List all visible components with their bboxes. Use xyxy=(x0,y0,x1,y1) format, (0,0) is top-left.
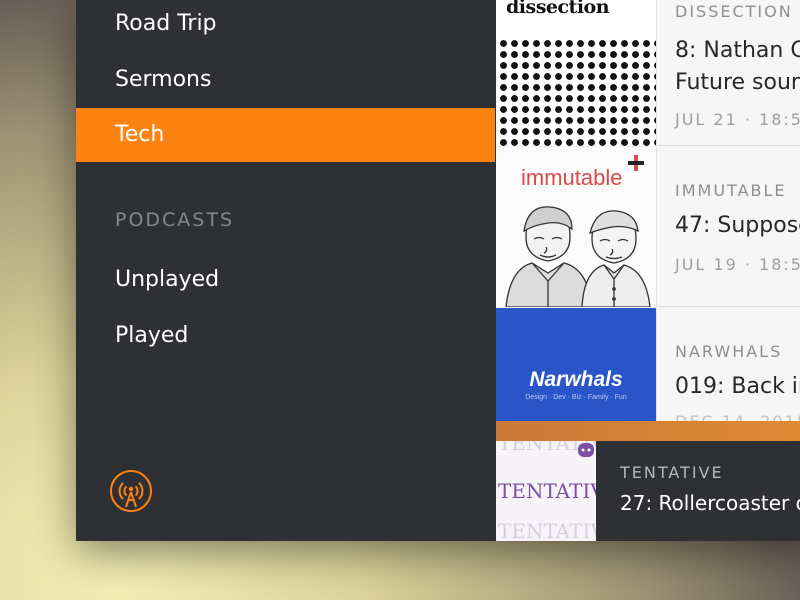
app-window: Road Trip Sermons Tech PODCASTS Unplayed… xyxy=(76,0,800,541)
now-playing-show: TENTATIVE xyxy=(620,463,724,482)
show-name: NARWHALS xyxy=(675,342,783,361)
episode-title: 47: Suppose xyxy=(675,213,800,238)
tentative-art-text-faded-bottom: TENTATIVE xyxy=(498,519,596,541)
dissection-artwork: dissection xyxy=(496,0,656,146)
section-header-podcasts: PODCASTS xyxy=(115,209,235,231)
show-name: DISSECTION xyxy=(675,2,793,21)
narwhals-art-title: Narwhals xyxy=(529,368,623,391)
sidebar-item-road-trip[interactable]: Road Trip xyxy=(76,0,495,51)
episode-title: 8: Nathan G xyxy=(675,38,800,63)
sidebar-item-tech[interactable]: Tech xyxy=(76,108,495,162)
now-playing-bar[interactable]: TENTATIVE TENTATIVE TENTATIVE TENTATIVE … xyxy=(496,441,800,541)
sidebar-item-sermons[interactable]: Sermons xyxy=(76,53,495,107)
sidebar-item-unplayed[interactable]: Unplayed xyxy=(76,253,495,307)
episode-title: 019: Back in xyxy=(675,374,800,399)
halftone-pattern xyxy=(496,36,656,146)
now-playing-title[interactable]: 27: Rollercoaster of xyxy=(620,491,800,515)
episode-row-dissection[interactable]: dissection DISSECTION 8: Nathan G Future… xyxy=(496,0,800,146)
narwhals-artwork: Narwhals Design · Dev · Biz · Family · F… xyxy=(496,308,656,421)
dissection-art-title: dissection xyxy=(506,0,610,18)
plus-icon xyxy=(628,155,644,171)
episode-meta: JUL 19 · 18:5 xyxy=(675,255,800,274)
overcast-logo-icon[interactable] xyxy=(108,468,154,514)
tentative-art-title: TENTATIVE xyxy=(498,479,596,503)
narwhals-art-tagline: Design · Dev · Biz · Family · Fun xyxy=(525,394,627,401)
episode-info: IMMUTABLE 47: Suppose JUL 19 · 18:5 xyxy=(656,147,800,307)
episode-meta: JUL 21 · 18:5 xyxy=(675,110,800,129)
episode-row-immutable[interactable]: immutable IMMUTABLE 47: Suppose JUL 19 ·… xyxy=(496,147,800,307)
tentative-artwork[interactable]: TENTATIVE TENTATIVE TENTATIVE xyxy=(496,441,596,541)
sidebar-item-played[interactable]: Played xyxy=(76,309,495,363)
show-name: IMMUTABLE xyxy=(675,181,787,200)
episode-title-line2: Future soun xyxy=(675,70,800,95)
episode-list: dissection DISSECTION 8: Nathan G Future… xyxy=(496,0,800,541)
now-playing-progress-strip[interactable] xyxy=(496,421,800,441)
immutable-art-title: immutable xyxy=(521,165,623,190)
immutable-artwork: immutable xyxy=(496,147,656,307)
tentative-badge-icon xyxy=(578,443,594,457)
hosts-illustration xyxy=(505,206,651,307)
episode-info: DISSECTION 8: Nathan G Future soun JUL 2… xyxy=(656,0,800,146)
sidebar: Road Trip Sermons Tech PODCASTS Unplayed… xyxy=(76,0,496,541)
